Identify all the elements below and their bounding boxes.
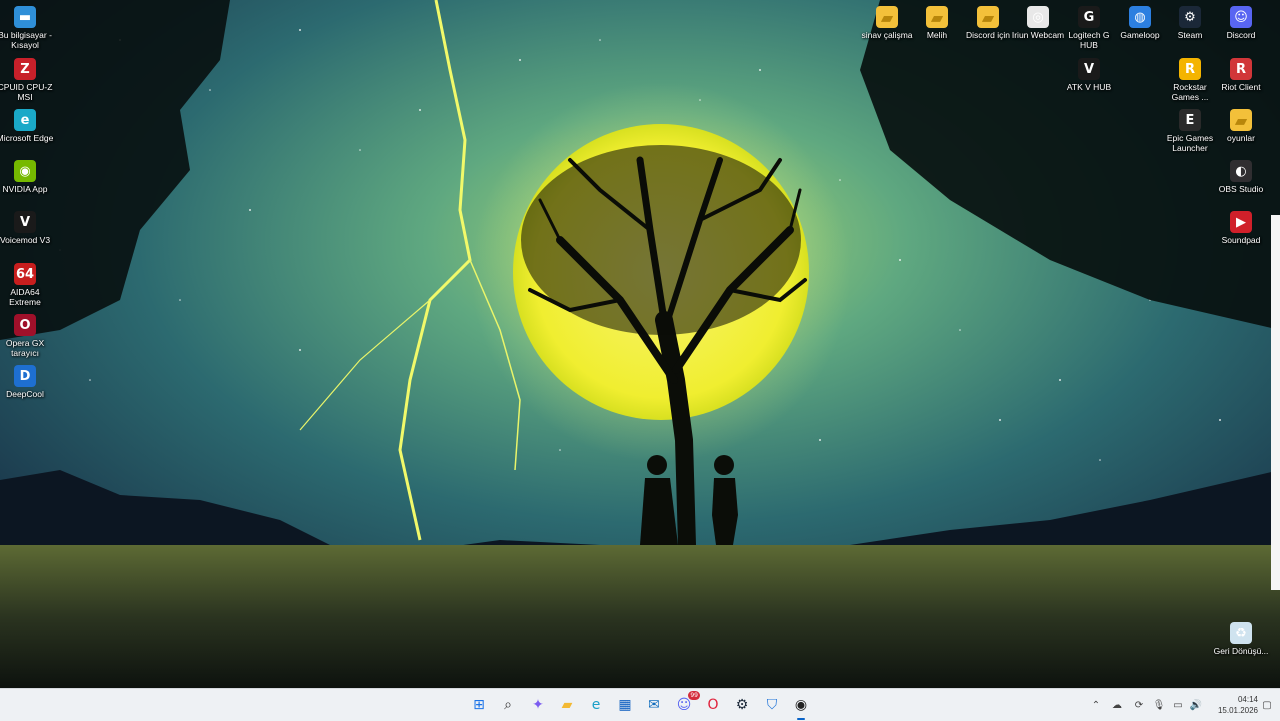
taskbar-store-icon[interactable]: ▦	[613, 693, 637, 717]
desktop-icon-label: AIDA64 Extreme	[9, 287, 41, 307]
folder-icon: ▰	[977, 6, 999, 28]
discord-icon: ☺	[1230, 6, 1252, 28]
clock-date: 15.01.2026	[1217, 706, 1258, 715]
update-icon[interactable]: ⟳	[1130, 689, 1148, 721]
wallpaper	[0, 0, 1280, 688]
desktop-icon-bu-bilgisayar-k-sayol[interactable]: ▬ Bu bilgisayar - Kısayol	[0, 4, 55, 50]
desktop-icon-obs-studio[interactable]: ◐ OBS Studio	[1211, 158, 1271, 194]
taskbar-outlook-icon[interactable]: ✉	[642, 693, 666, 717]
desktop-icon-label: Geri Dönüşü...	[1213, 646, 1269, 656]
deepcool-icon: D	[14, 365, 36, 387]
desktop-icon-label: OBS Studio	[1218, 184, 1264, 194]
atk-icon: V	[1078, 58, 1100, 80]
cpuz-icon: Z	[14, 58, 36, 80]
desktop: ▬ Bu bilgisayar - Kısayol Z CPUID CPU-Z MSI…	[0, 0, 1280, 688]
desktop-icon-label: Voicemod V3	[0, 235, 51, 245]
desktop-icon-geri-d-n[interactable]: ♻ Geri Dönüşü...	[1211, 620, 1271, 656]
taskbar-search-icon[interactable]: ⌕	[496, 693, 520, 717]
edge-icon: e	[14, 109, 36, 131]
desktop-icon-label: CPUID CPU-Z MSI	[0, 82, 53, 102]
taskbar-start-icon[interactable]: ⊞	[467, 693, 491, 717]
discord-badge: 99	[688, 691, 700, 700]
rockstar-icon: R	[1179, 58, 1201, 80]
show-hidden-icons-chevron-icon[interactable]: ⌃	[1088, 689, 1104, 721]
taskbar-vpn-shield-icon[interactable]: ⛉	[760, 693, 784, 717]
volume-icon[interactable]: 🔊	[1188, 689, 1204, 721]
steam-icon: ⚙	[1179, 6, 1201, 28]
gameloop-icon: ◍	[1129, 6, 1151, 28]
desktop-icon-label: DeepCool	[6, 389, 44, 399]
desktop-icon-label: Opera GX tarayıcı	[5, 338, 45, 358]
desktop-icon-atk-v-hub[interactable]: V ATK V HUB	[1059, 56, 1119, 92]
microphone-icon[interactable]: 🎙	[1152, 689, 1166, 721]
desktop-icon-label: Riot Client	[1221, 82, 1261, 92]
opera-gx-icon: O	[14, 314, 36, 336]
desktop-icon-label: Discord	[1226, 30, 1256, 40]
onedrive-icon[interactable]: ☁	[1108, 689, 1126, 721]
taskbar: ⊞ ⌕ ✦ ▰ e ▦ ✉ ☺ 99 O ⚙ ⛉ ◉ ⌃ ☁ ⟳ 🎙 ▭ 🔊 04:14 15.01.2…	[0, 688, 1280, 721]
side-panel-edge	[1271, 215, 1280, 590]
nvidia-icon: ◉	[14, 160, 36, 182]
folder-icon: ▰	[926, 6, 948, 28]
taskbar-file-explorer-icon[interactable]: ▰	[555, 693, 579, 717]
network-icon[interactable]: ▭	[1170, 689, 1186, 721]
desktop-icon-microsoft-edge[interactable]: e Microsoft Edge	[0, 107, 55, 143]
desktop-icon-opera-gx-taray-c[interactable]: O Opera GX tarayıcı	[0, 312, 55, 358]
voicemod-icon: V	[14, 211, 36, 233]
taskbar-copilot-icon[interactable]: ✦	[526, 693, 550, 717]
aida64-icon: 64	[14, 263, 36, 285]
clock[interactable]: 04:14 15.01.2026	[1206, 694, 1258, 716]
desktop-icon-nvidia-app[interactable]: ◉ NVIDIA App	[0, 158, 55, 194]
desktop-icon-label: NVIDIA App	[2, 184, 48, 194]
desktop-icon-voicemod-v3[interactable]: V Voicemod V3	[0, 209, 55, 245]
desktop-icon-deepcool[interactable]: D DeepCool	[0, 363, 55, 399]
epic-icon: E	[1179, 109, 1201, 131]
clock-time: 04:14	[1237, 695, 1258, 704]
desktop-icon-aida64-extreme[interactable]: 64 AIDA64 Extreme	[0, 261, 55, 307]
desktop-icon-label: Microsoft Edge	[0, 133, 54, 143]
riot-icon: R	[1230, 58, 1252, 80]
soundpad-icon: ▶	[1230, 211, 1252, 233]
taskbar-discord-icon[interactable]: ☺ 99	[672, 691, 700, 717]
logitech-icon: G	[1078, 6, 1100, 28]
desktop-icon-label: Soundpad	[1221, 235, 1261, 245]
desktop-icon-soundpad[interactable]: ▶ Soundpad	[1211, 209, 1271, 245]
desktop-icon-discord[interactable]: ☺ Discord	[1211, 4, 1271, 40]
folder-icon: ▰	[1230, 109, 1252, 131]
webcam-icon: ◎	[1027, 6, 1049, 28]
desktop-icon-label: Bu bilgisayar - Kısayol	[0, 30, 52, 50]
desktop-icon-label: ATK V HUB	[1066, 82, 1112, 92]
taskbar-app-icon[interactable]: ◉	[789, 693, 813, 720]
taskbar-edge-icon[interactable]: e	[584, 693, 608, 717]
obs-icon: ◐	[1230, 160, 1252, 182]
recycle-bin-icon: ♻	[1230, 622, 1252, 644]
desktop-icon-label: oyunlar	[1227, 133, 1255, 143]
taskbar-steam-icon[interactable]: ⚙	[730, 693, 754, 717]
desktop-icon-oyunlar[interactable]: ▰ oyunlar	[1211, 107, 1271, 143]
this-pc-icon: ▬	[14, 6, 36, 28]
desktop-icon-riot-client[interactable]: R Riot Client	[1211, 56, 1271, 92]
folder-icon: ▰	[876, 6, 898, 28]
notification-icon[interactable]: ▢	[1259, 689, 1275, 721]
desktop-icon-cpuid-cpu-z-msi[interactable]: Z CPUID CPU-Z MSI	[0, 56, 55, 102]
taskbar-opera-icon[interactable]: O	[701, 693, 725, 717]
